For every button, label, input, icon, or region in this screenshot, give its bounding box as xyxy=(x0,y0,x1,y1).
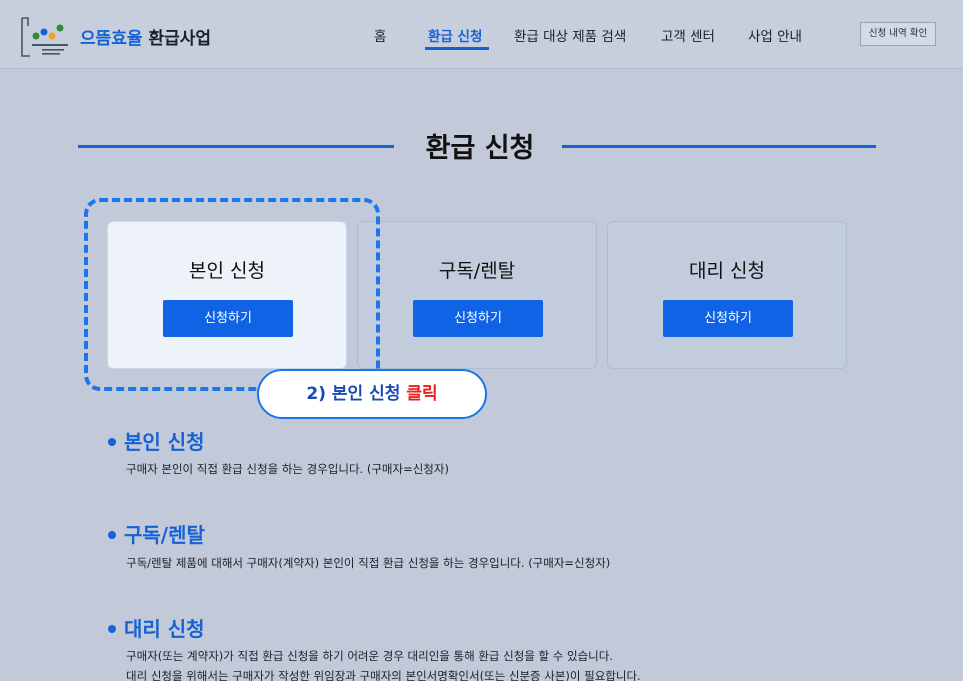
heading-text: 대리 신청 xyxy=(124,617,205,641)
brand-title[interactable]: 으뜸효율 환급사업 xyxy=(80,24,211,49)
brand-rest: 환급사업 xyxy=(148,29,212,49)
title-divider-left xyxy=(78,145,394,148)
description-text: 구매자 본인이 직접 환급 신청을 하는 경우입니다. (구매자=신청자) xyxy=(126,462,449,476)
description-text: 구매자(또는 계약자)가 직접 환급 신청을 하기 어려운 경우 대리인을 통해… xyxy=(126,649,614,663)
heading-text: 구독/렌탈 xyxy=(124,523,205,547)
proxy-apply-button[interactable]: 신청하기 xyxy=(663,300,793,337)
card-title: 대리 신청 xyxy=(689,260,765,282)
callout-emphasis: 클릭 xyxy=(406,384,438,404)
card-subscription-rental[interactable]: 구독/렌탈 신청하기 xyxy=(357,221,597,369)
nav-refund-apply[interactable]: 환급 신청 xyxy=(428,25,482,45)
rental-apply-button[interactable]: 신청하기 xyxy=(413,300,543,337)
leaf-logo-icon[interactable] xyxy=(18,16,72,60)
description-text: 대리 신청을 위해서는 구매자가 작성한 위임장과 구매자의 본인서명확인서(또… xyxy=(126,669,641,681)
callout-text: 2) 본인 신청 xyxy=(306,384,407,404)
nav-customer-center[interactable]: 고객 센터 xyxy=(661,25,715,45)
description-heading-self: 본인 신청 xyxy=(108,426,205,455)
bullet-icon xyxy=(108,530,116,539)
nav-home[interactable]: 홈 xyxy=(374,25,386,45)
description-heading-proxy: 대리 신청 xyxy=(108,613,205,642)
page-title: 환급 신청 xyxy=(425,133,535,164)
brand-accent: 으뜸효율 xyxy=(80,29,143,49)
title-divider-right xyxy=(562,145,876,148)
site-header: 으뜸효율 환급사업 홈 환급 신청 환급 대상 제품 검색 고객 센터 사업 안… xyxy=(0,0,963,69)
card-proxy-apply[interactable]: 대리 신청 신청하기 xyxy=(607,221,847,369)
bullet-icon xyxy=(108,624,116,633)
nav-active-indicator xyxy=(425,47,489,50)
nav-program-info[interactable]: 사업 안내 xyxy=(748,25,802,45)
heading-text: 본인 신청 xyxy=(124,430,205,454)
application-history-button[interactable]: 신청 내역 확인 xyxy=(860,22,936,46)
bullet-icon xyxy=(108,437,116,446)
nav-product-search[interactable]: 환급 대상 제품 검색 xyxy=(514,25,626,45)
description-text: 구독/렌탈 제품에 대해서 구매자(계약자) 본인이 직접 환급 신청을 하는 … xyxy=(126,556,611,570)
card-title: 구독/렌탈 xyxy=(438,260,516,282)
instruction-callout: 2) 본인 신청 클릭 xyxy=(257,369,487,419)
description-heading-rental: 구독/렌탈 xyxy=(108,519,205,548)
highlight-dashed-box xyxy=(84,198,380,391)
